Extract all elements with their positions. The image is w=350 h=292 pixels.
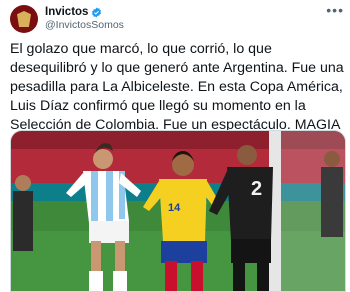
avatar[interactable]: [10, 5, 38, 33]
more-horizontal-icon[interactable]: •••: [326, 3, 344, 17]
tweet-photo[interactable]: 14 2: [10, 130, 346, 292]
display-name[interactable]: Invictos: [45, 5, 88, 19]
tweet-header: Invictos @InvictosSomos •••: [10, 2, 344, 33]
handle[interactable]: @InvictosSomos: [45, 19, 124, 31]
invictos-logo-icon: [17, 11, 31, 27]
author-row: Invictos: [45, 5, 102, 19]
football-photo: 14 2: [11, 131, 345, 291]
referee-jersey-number: 2: [251, 178, 262, 200]
verified-badge-icon: [92, 6, 102, 18]
colombia-jersey-number: 14: [168, 202, 181, 214]
